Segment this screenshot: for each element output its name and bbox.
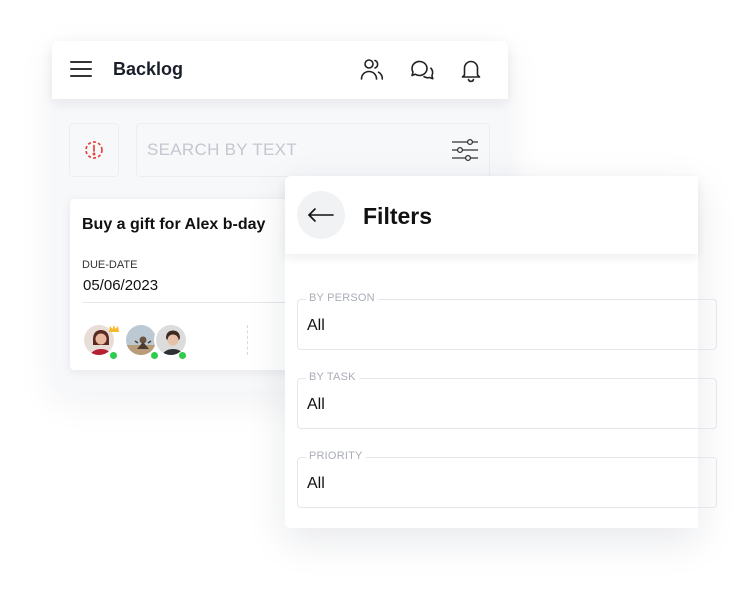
- due-date-value: 05/06/2023: [83, 277, 159, 294]
- filters-header: Filters: [285, 176, 698, 254]
- top-bar: Backlog: [52, 41, 508, 99]
- field-label: BY PERSON: [306, 292, 378, 304]
- filter-sliders-icon[interactable]: [451, 137, 479, 163]
- online-status-dot: [178, 351, 187, 360]
- search-input[interactable]: [137, 124, 447, 176]
- chat-icon[interactable]: [409, 57, 435, 83]
- page-title: Backlog: [113, 59, 184, 79]
- filters-title: Filters: [363, 203, 433, 229]
- back-button[interactable]: [297, 191, 345, 239]
- search-box: [136, 123, 490, 177]
- menu-icon[interactable]: [70, 61, 92, 78]
- field-value: All: [307, 475, 325, 492]
- filter-by-person[interactable]: BY PERSON All: [297, 292, 717, 350]
- bell-icon[interactable]: [458, 57, 484, 83]
- team-icon[interactable]: [359, 57, 385, 83]
- card-divider: [82, 302, 310, 303]
- dashed-separator: [247, 325, 248, 355]
- field-value: All: [307, 396, 325, 413]
- alert-icon: [85, 141, 103, 159]
- filter-priority[interactable]: PRIORITY All: [297, 450, 717, 508]
- due-date-label: DUE-DATE: [82, 259, 138, 271]
- arrow-left-icon: [308, 208, 334, 222]
- task-title: Buy a gift for Alex b-day: [82, 216, 266, 233]
- online-status-dot: [150, 351, 159, 360]
- crown-icon: [109, 320, 119, 338]
- priority-alert-button[interactable]: [69, 123, 119, 177]
- task-card[interactable]: Buy a gift for Alex b-day DUE-DATE 05/06…: [70, 199, 310, 370]
- filters-panel: Filters BY PERSON All BY TASK All PRIORI…: [285, 176, 717, 528]
- filter-by-task[interactable]: BY TASK All: [297, 371, 717, 429]
- field-label: PRIORITY: [306, 450, 366, 462]
- online-status-dot: [109, 351, 118, 360]
- field-value: All: [307, 317, 325, 334]
- field-label: BY TASK: [306, 371, 359, 383]
